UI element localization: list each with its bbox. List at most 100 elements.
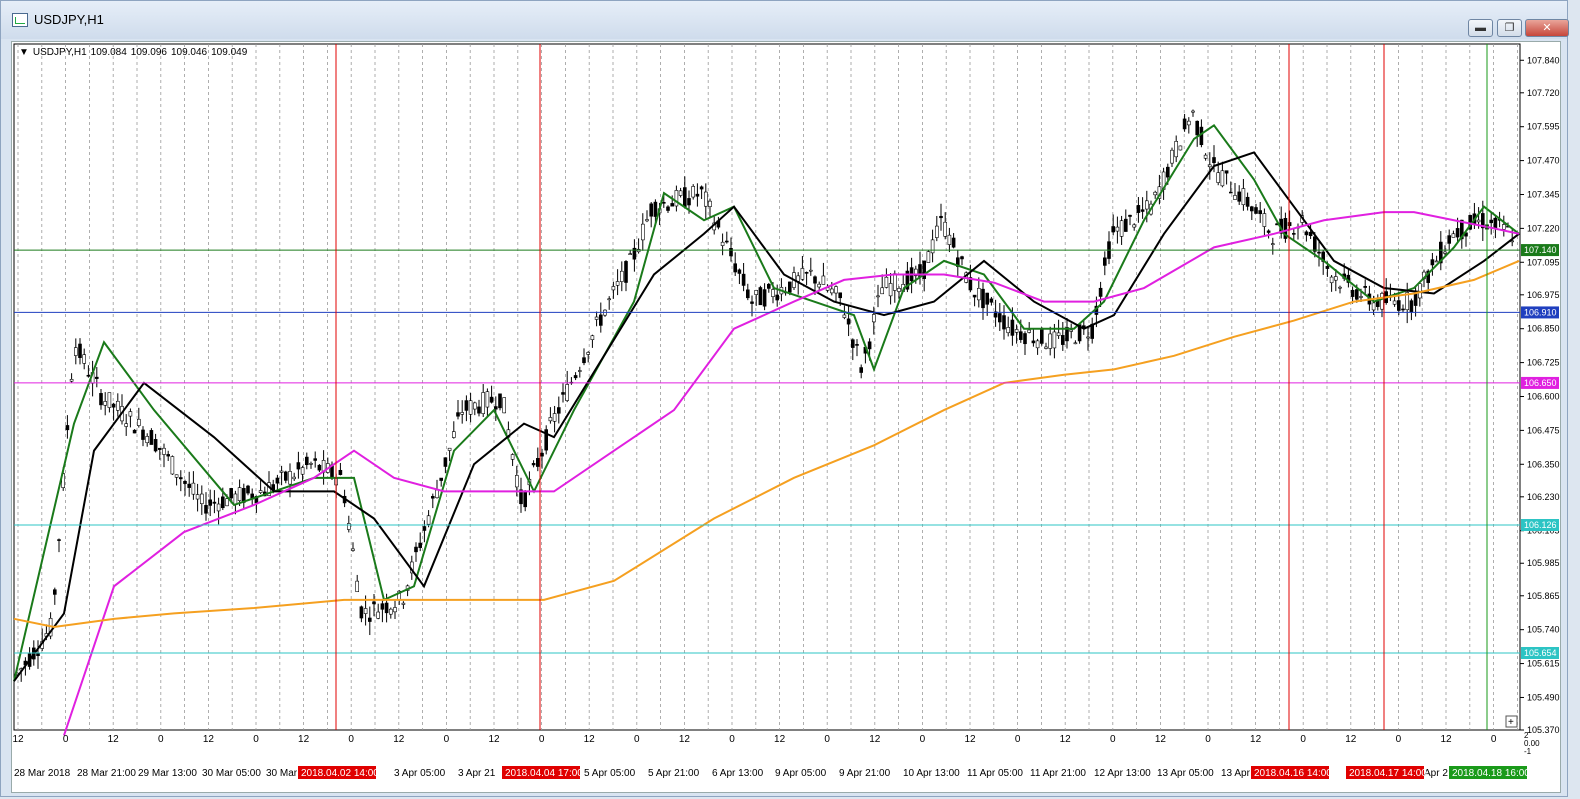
candle-body: [363, 608, 368, 614]
candle-body: [540, 452, 544, 457]
candle-body: [1237, 191, 1241, 202]
candle-body: [1128, 214, 1132, 217]
hour-tick-label: 0: [1396, 734, 1402, 745]
candle-body: [183, 480, 187, 484]
candle-body: [292, 476, 297, 480]
minimize-button[interactable]: ▬: [1468, 19, 1493, 37]
candle-body: [141, 429, 145, 440]
maximize-button[interactable]: ❐: [1497, 19, 1522, 37]
candle-body: [472, 402, 477, 410]
candle-body: [162, 447, 166, 455]
candle-body: [237, 487, 242, 501]
hour-tick-label: 0: [63, 734, 69, 745]
date-label: 11 Apr 05:00: [967, 768, 1023, 779]
candle-body: [624, 261, 628, 283]
candle-body: [1098, 287, 1103, 297]
hour-tick-label: 12: [298, 734, 310, 745]
candle-body: [943, 221, 948, 237]
candle-body: [661, 202, 666, 204]
date-label: Apr 2: [1424, 768, 1448, 779]
candle-body: [1254, 207, 1258, 214]
candle-body: [939, 215, 943, 219]
date-label: 9 Apr 05:00: [775, 768, 827, 779]
candle-body: [1115, 226, 1120, 232]
candle-body: [598, 314, 603, 326]
candle-body: [775, 294, 780, 301]
candle-body: [1329, 276, 1334, 284]
candle-body: [477, 406, 481, 414]
candle-body: [1271, 243, 1275, 245]
candle-body: [229, 488, 233, 499]
candle-body: [720, 241, 725, 246]
candle-body: [586, 352, 591, 355]
candle-body: [309, 463, 313, 465]
candle-body: [1476, 219, 1481, 223]
candle-body: [99, 393, 103, 406]
date-label: 12 Apr 13:00: [1094, 768, 1151, 779]
hour-tick-label: 0: [1110, 734, 1116, 745]
candle-body: [1166, 166, 1170, 178]
hour-tick-label: 0: [444, 734, 450, 745]
candle-body: [1266, 230, 1271, 233]
chart-area[interactable]: 107.840 107.720 107.595 107.470 107.345 107.2…: [11, 41, 1561, 793]
candle-body: [800, 268, 805, 280]
candle-body: [1350, 289, 1355, 297]
candle-body: [670, 203, 675, 207]
candle-body: [1359, 296, 1363, 298]
hour-tick-label: 12: [1155, 734, 1167, 745]
candle-body: [703, 191, 708, 207]
candle-body: [1355, 289, 1359, 300]
candle-body: [1413, 293, 1418, 306]
hour-tick-label: 12: [203, 734, 215, 745]
candle-body: [1308, 231, 1313, 237]
candle-body: [737, 269, 742, 274]
candle-body: [762, 289, 767, 307]
candle-body: [195, 494, 200, 500]
candle-body: [498, 393, 502, 409]
ohlc-low: 109.046: [170, 47, 208, 58]
price-chart[interactable]: 107.840 107.720 107.595 107.470 107.345 107.2…: [12, 42, 1560, 792]
candle-body: [1199, 126, 1204, 146]
candle-body: [221, 496, 225, 509]
candle-body: [304, 456, 309, 466]
dropdown-triangle-icon[interactable]: ▼: [19, 47, 29, 58]
price-tick-label: 105.865: [1527, 591, 1560, 601]
candle-body: [393, 607, 397, 613]
candle-body: [1023, 333, 1027, 345]
price-tick-label: 107.220: [1527, 223, 1560, 233]
candle-body: [170, 456, 175, 475]
candle-body: [1174, 141, 1178, 158]
candle-body: [166, 454, 170, 457]
hour-tick-label: 0: [1491, 734, 1497, 745]
candle-body: [1493, 217, 1498, 229]
date-label: 5 Apr 21:00: [648, 768, 700, 779]
candle-body: [1325, 266, 1330, 269]
close-button[interactable]: ✕: [1525, 19, 1569, 37]
date-label: 13 Apr 05:00: [1157, 768, 1214, 779]
candle-body: [1014, 329, 1019, 333]
candle-body: [607, 298, 612, 301]
candle-body: [850, 339, 855, 348]
price-tick-label: 106.850: [1527, 324, 1560, 334]
chart-window: USDJPY,H1 ▬ ❐ ✕ 107.840 107.720 107.595 107…: [0, 0, 1569, 797]
candle-body: [384, 602, 389, 614]
candle-body: [745, 289, 750, 299]
candle-body: [1027, 329, 1032, 333]
candle-body: [985, 292, 990, 305]
candle-body: [1018, 331, 1023, 340]
candle-body: [1245, 196, 1250, 207]
hour-tick-label: 0: [158, 734, 164, 745]
candle-body: [158, 447, 162, 450]
candle-body: [640, 223, 645, 241]
candle-body: [972, 294, 977, 298]
candle-body: [456, 412, 460, 417]
window-titlebar[interactable]: USDJPY,H1 ▬ ❐ ✕: [1, 1, 1569, 39]
candle-body: [1153, 191, 1157, 196]
candle-body: [934, 225, 939, 238]
candle-body: [65, 425, 70, 431]
candle-body: [741, 273, 746, 286]
candle-body: [548, 417, 553, 422]
candle-body: [582, 357, 586, 364]
candle-body: [1376, 300, 1380, 307]
candle-body: [1040, 328, 1044, 344]
